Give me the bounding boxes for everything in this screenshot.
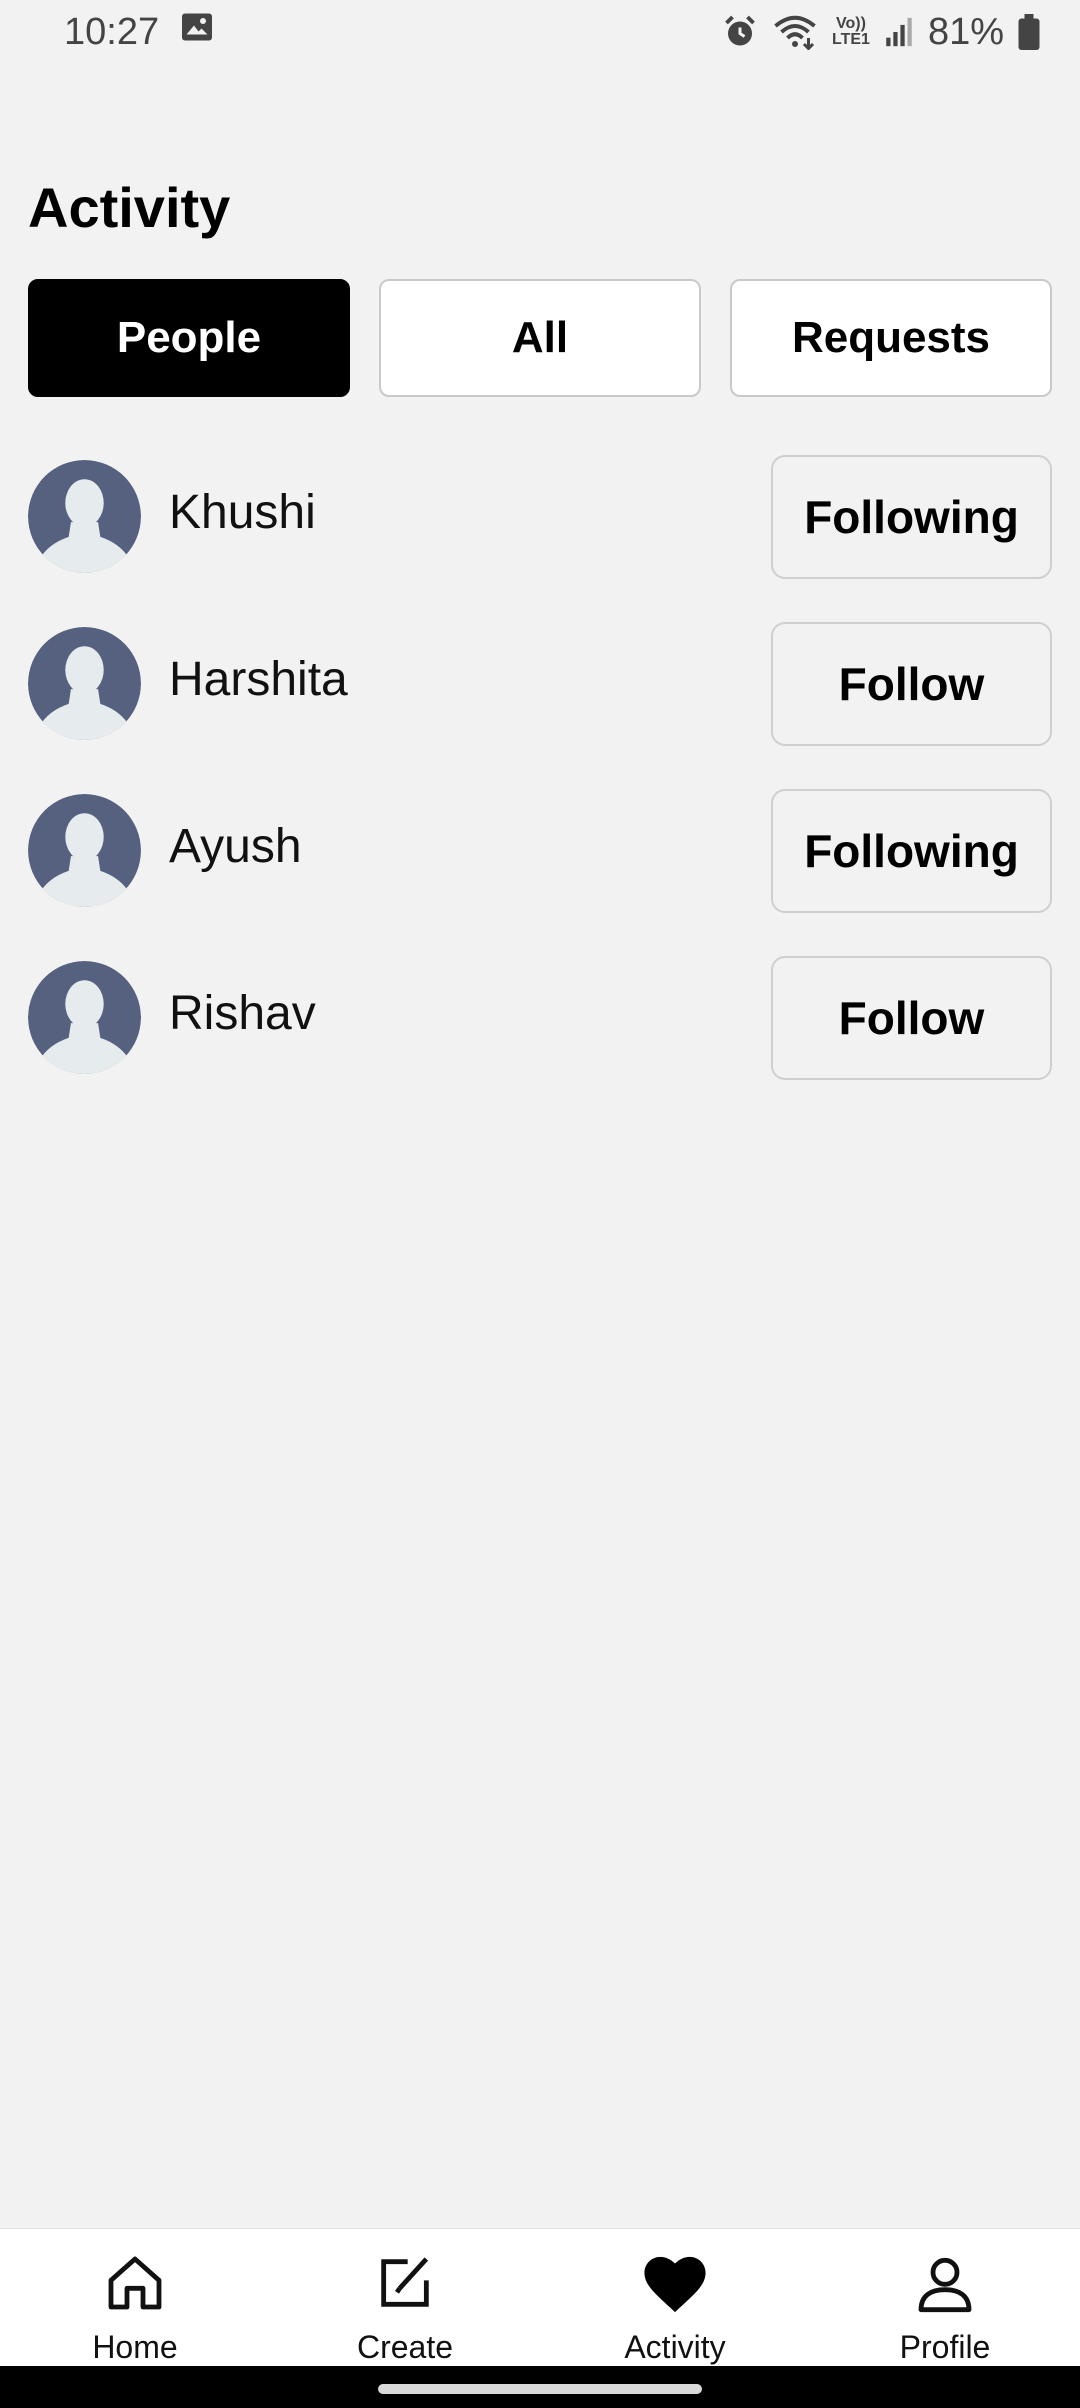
- following-button[interactable]: Following: [771, 455, 1052, 579]
- list-item: Khushi Following: [0, 450, 1080, 617]
- status-left: 10:27: [64, 9, 215, 55]
- battery-percent: 81%: [927, 10, 1004, 53]
- home-icon: [99, 2247, 171, 2319]
- list-item: Harshita Follow: [0, 617, 1080, 784]
- status-bar: 10:27 Vo)) LTE1 81%: [0, 0, 1080, 64]
- tab-all[interactable]: All: [379, 279, 701, 397]
- activity-tabs: People All Requests: [28, 279, 1052, 397]
- nav-label: Profile: [899, 2329, 991, 2365]
- tab-requests[interactable]: Requests: [730, 279, 1052, 397]
- heart-icon: [639, 2247, 711, 2319]
- person-name: Ayush: [169, 820, 302, 873]
- nav-item-home[interactable]: Home: [0, 2229, 270, 2366]
- list-item: Rishav Follow: [0, 951, 1080, 1118]
- person-name: Rishav: [169, 987, 316, 1040]
- status-time: 10:27: [64, 10, 160, 53]
- nav-label: Home: [92, 2329, 178, 2365]
- person-name: Harshita: [169, 653, 348, 706]
- battery-icon: [1018, 14, 1040, 50]
- gallery-icon: [179, 9, 215, 55]
- people-list: Khushi Following Harshita Follow Ayush F…: [0, 450, 1080, 1118]
- list-item: Ayush Following: [0, 784, 1080, 951]
- wifi-icon: [772, 14, 818, 50]
- avatar[interactable]: [28, 460, 141, 573]
- bottom-nav: Home Create Activity Profile: [0, 2228, 1080, 2366]
- status-right: Vo)) LTE1 81%: [722, 11, 1040, 54]
- following-button[interactable]: Following: [771, 789, 1052, 913]
- tab-people[interactable]: People: [28, 279, 350, 397]
- follow-button[interactable]: Follow: [771, 956, 1052, 1080]
- nav-label: Create: [356, 2329, 454, 2365]
- nav-item-profile[interactable]: Profile: [810, 2229, 1080, 2366]
- profile-icon: [909, 2247, 981, 2319]
- signal-icon: [884, 15, 914, 49]
- system-gesture-bar: [0, 2366, 1080, 2408]
- nav-label: Activity: [624, 2329, 726, 2365]
- alarm-icon: [722, 14, 758, 50]
- create-icon: [369, 2247, 441, 2319]
- lte-badge: Vo)) LTE1: [832, 15, 870, 48]
- nav-item-create[interactable]: Create: [270, 2229, 540, 2366]
- avatar[interactable]: [28, 794, 141, 907]
- avatar[interactable]: [28, 627, 141, 740]
- page-title: Activity: [28, 176, 231, 239]
- gesture-handle[interactable]: [378, 2384, 702, 2394]
- person-name: Khushi: [169, 486, 316, 539]
- avatar[interactable]: [28, 961, 141, 1074]
- nav-item-activity[interactable]: Activity: [540, 2229, 810, 2366]
- follow-button[interactable]: Follow: [771, 622, 1052, 746]
